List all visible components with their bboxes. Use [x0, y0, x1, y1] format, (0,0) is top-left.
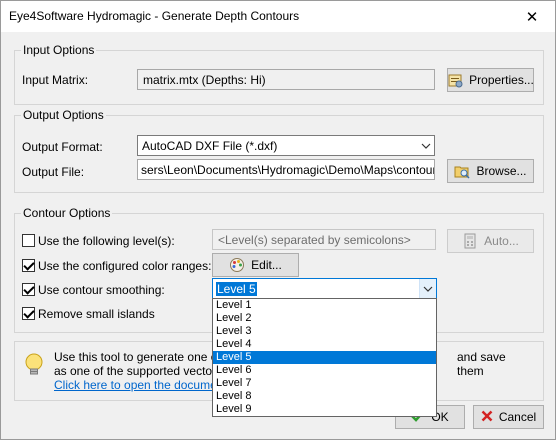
palette-icon [229, 257, 245, 273]
dropdown-item[interactable]: Level 2 [213, 312, 436, 325]
smoothing-checkbox[interactable] [22, 283, 35, 296]
input-options-label: Input Options [21, 43, 97, 57]
output-file-input[interactable]: sers\Leon\Documents\Hydromagic\Demo\Maps… [137, 159, 435, 180]
output-file-label: Output File: [22, 165, 85, 179]
smoothing-select[interactable]: Level 5 [212, 278, 437, 299]
info-line1-start: Use this tool to generate one or m [54, 350, 235, 364]
input-matrix-field: matrix.mtx (Depths: Hi) [137, 69, 435, 90]
dropdown-item[interactable]: Level 9 [213, 403, 436, 416]
output-format-label: Output Format: [22, 140, 103, 154]
contour-options-label: Contour Options [21, 206, 113, 220]
browse-button[interactable]: Browse... [447, 159, 534, 183]
lightbulb-icon [23, 352, 45, 381]
cancel-x-icon [481, 410, 493, 425]
auto-label: Auto... [484, 234, 519, 248]
levels-input[interactable]: <Level(s) separated by semicolons> [212, 229, 436, 250]
browse-label: Browse... [476, 164, 527, 178]
input-matrix-label: Input Matrix: [22, 73, 89, 87]
cancel-label: Cancel [498, 410, 537, 424]
info-line1-end: and save them [457, 350, 506, 378]
dropdown-item[interactable]: Level 6 [213, 364, 436, 377]
dropdown-item[interactable]: Level 7 [213, 377, 436, 390]
chevron-down-icon[interactable] [419, 279, 436, 298]
output-options-label: Output Options [21, 108, 106, 122]
remove-islands-label: Remove small islands [38, 307, 155, 321]
use-levels-label: Use the following level(s): [38, 234, 175, 248]
title-bar: Eye4Software Hydromagic - Generate Depth… [1, 1, 555, 32]
smoothing-label: Use contour smoothing: [38, 283, 165, 297]
color-ranges-label: Use the configured color ranges: [38, 259, 212, 273]
dropdown-item-selected[interactable]: Level 5 [213, 351, 436, 364]
dropdown-item[interactable]: Level 4 [213, 338, 436, 351]
dropdown-item[interactable]: Level 1 [213, 299, 436, 312]
auto-button[interactable]: Auto... [447, 229, 534, 253]
properties-icon [447, 72, 463, 88]
folder-search-icon [454, 163, 471, 179]
color-ranges-checkbox[interactable] [22, 259, 35, 272]
close-icon[interactable]: ✕ [509, 1, 555, 32]
edit-label: Edit... [251, 258, 282, 272]
window-title: Eye4Software Hydromagic - Generate Depth… [9, 9, 300, 23]
dropdown-item[interactable]: Level 3 [213, 325, 436, 338]
smoothing-dropdown-list: Level 1 Level 2 Level 3 Level 4 Level 5 … [212, 298, 437, 417]
properties-button[interactable]: Properties... [447, 68, 534, 92]
chevron-down-icon [417, 136, 434, 155]
output-format-value: AutoCAD DXF File (*.dxf) [142, 139, 278, 153]
cancel-button[interactable]: Cancel [473, 405, 544, 429]
documentation-link[interactable]: Click here to open the documentat [54, 378, 237, 392]
dropdown-item[interactable]: Level 8 [213, 390, 436, 403]
dialog-window: Eye4Software Hydromagic - Generate Depth… [0, 0, 556, 440]
remove-islands-checkbox[interactable] [22, 307, 35, 320]
calculator-icon [462, 233, 478, 249]
properties-label: Properties... [469, 73, 534, 87]
smoothing-value: Level 5 [216, 282, 257, 296]
output-format-select[interactable]: AutoCAD DXF File (*.dxf) [137, 135, 435, 156]
use-levels-checkbox[interactable] [22, 234, 35, 247]
edit-button[interactable]: Edit... [212, 253, 299, 277]
